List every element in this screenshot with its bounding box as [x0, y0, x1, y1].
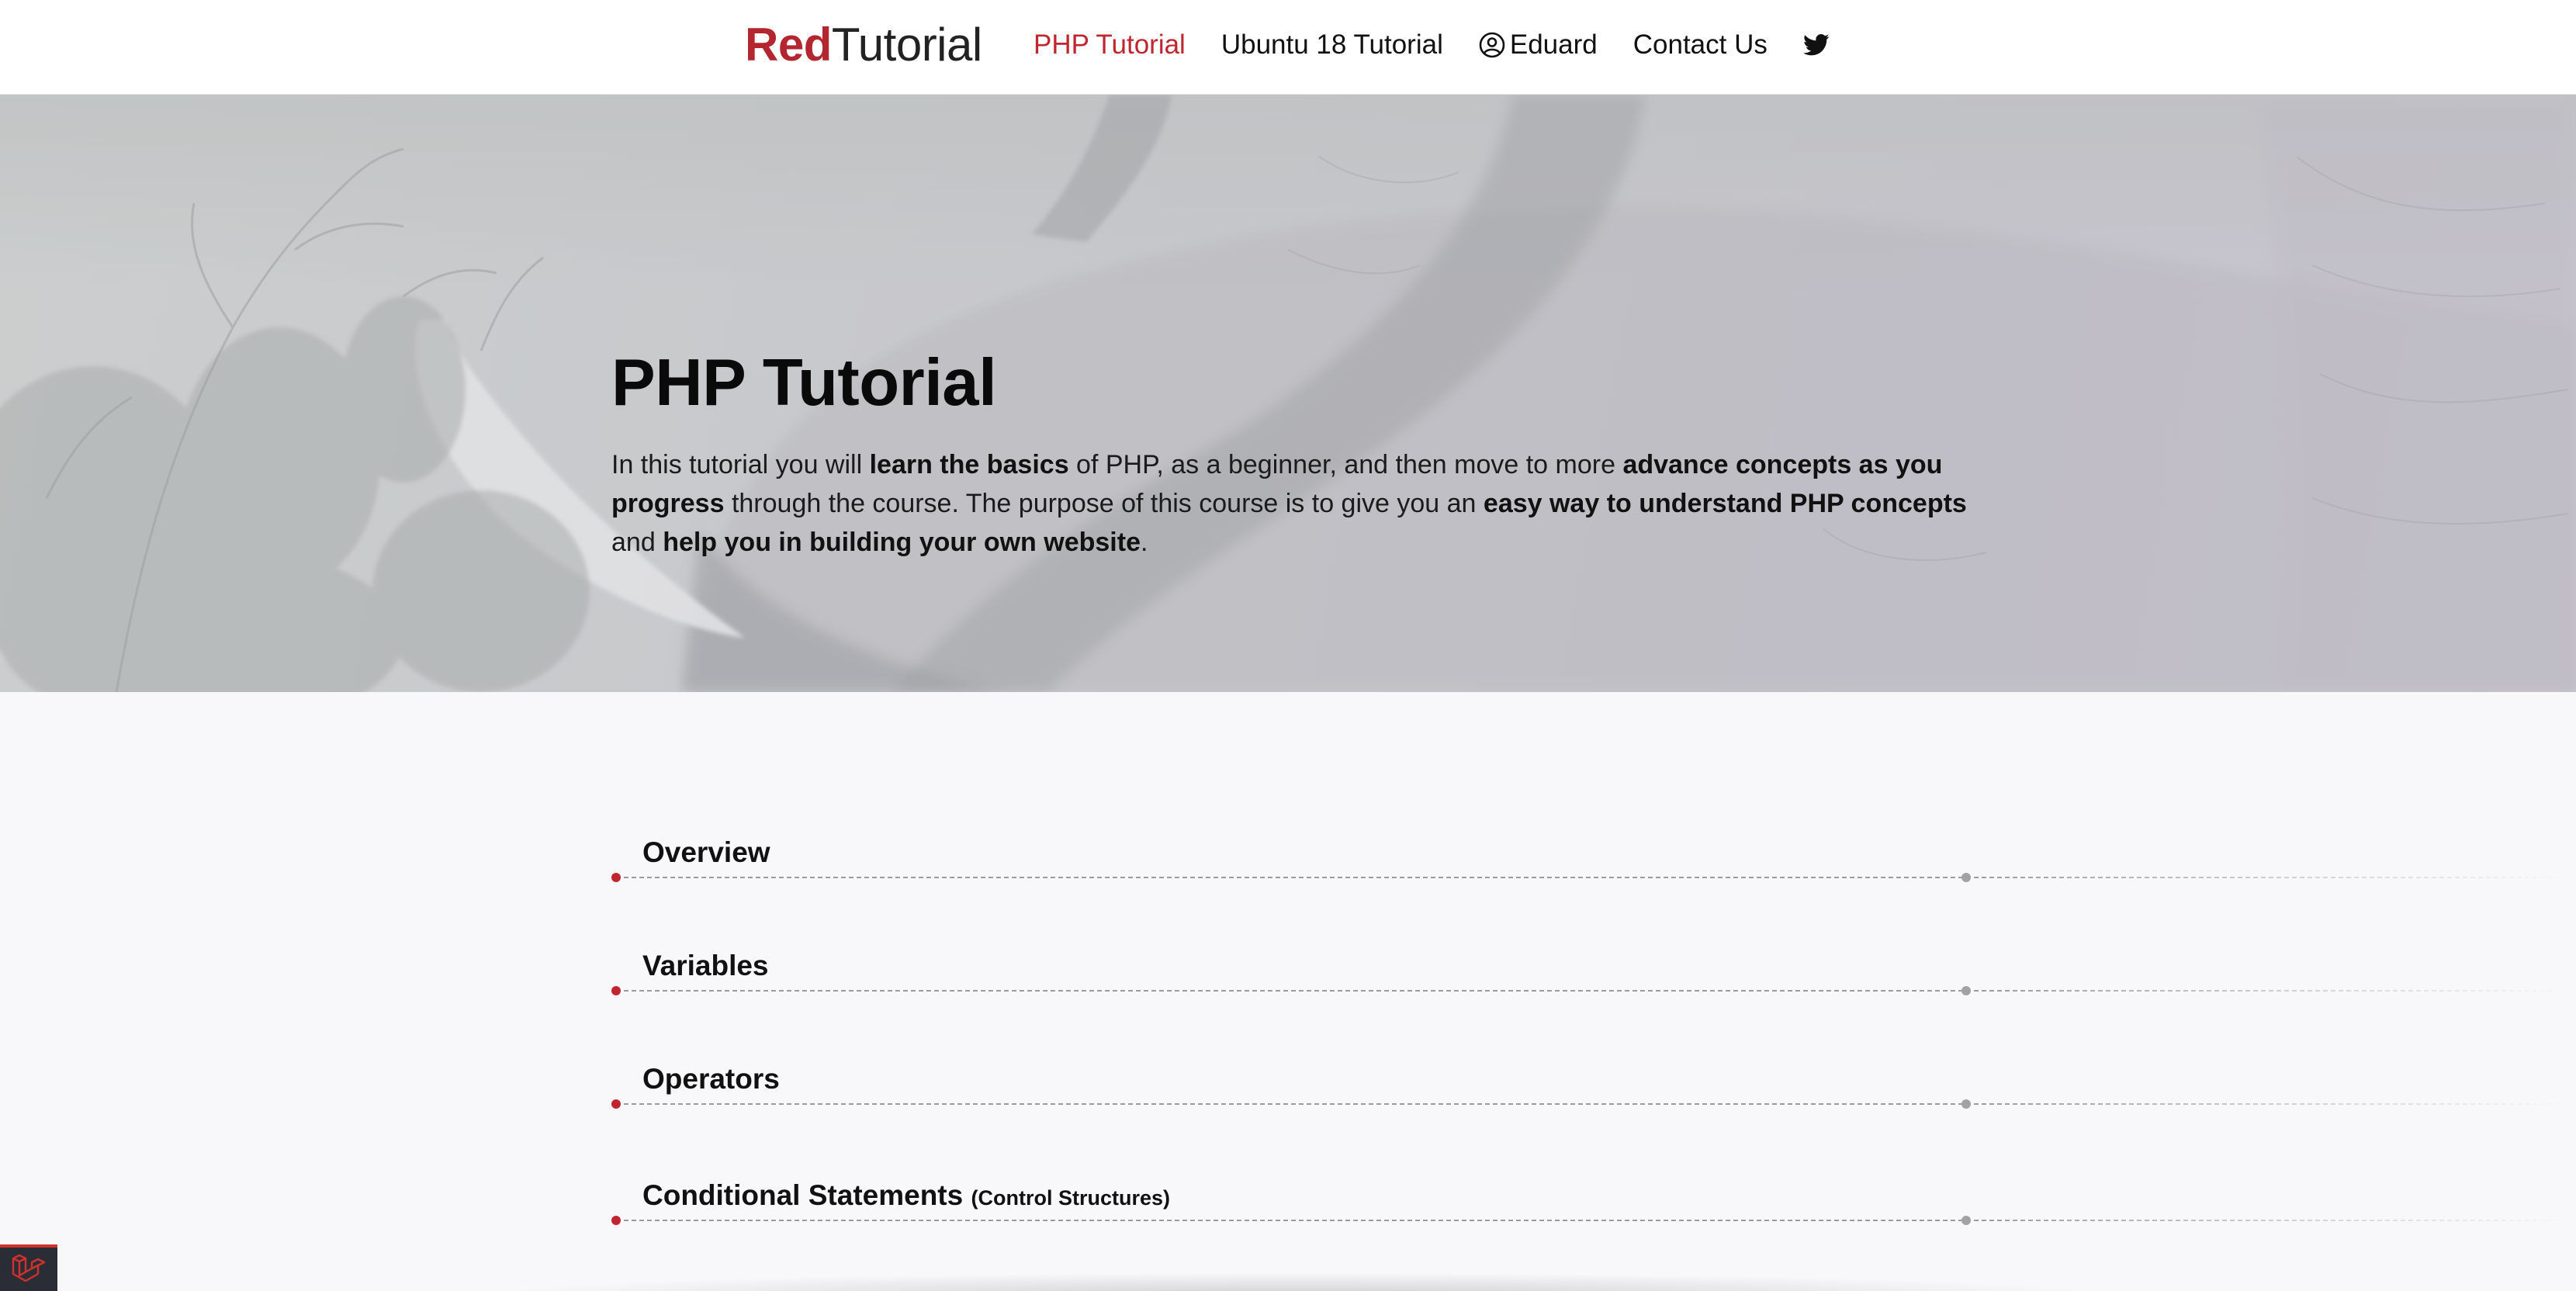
section-title: Variables — [642, 950, 769, 982]
brand-logo-tutorial: Tutorial — [831, 19, 982, 71]
hero-banner: PHP Tutorial In this tutorial you will l… — [0, 95, 2576, 692]
nav-item-label: Eduard — [1509, 29, 1598, 60]
section-overview[interactable]: Overview — [611, 824, 2576, 882]
section-variables[interactable]: Variables — [611, 937, 2576, 995]
section-title: Conditional Statements (Control Structur… — [642, 1179, 1170, 1212]
section-title-text: Variables — [642, 950, 769, 981]
debugbar-toggle[interactable] — [0, 1244, 57, 1291]
top-navbar: RedTutorial PHP Tutorial Ubuntu 18 Tutor… — [0, 0, 2576, 95]
section-divider-fade — [1969, 1102, 2576, 1106]
section-start-dot — [611, 986, 621, 995]
brand-logo-red: Red — [745, 19, 832, 71]
section-title-text: Conditional Statements — [642, 1179, 964, 1211]
twitter-link[interactable] — [1802, 33, 1834, 57]
nav-item-contact-us[interactable]: Contact Us — [1633, 29, 1768, 61]
twitter-icon — [1802, 33, 1830, 57]
section-title: Operators — [642, 1063, 780, 1095]
hero-text-segment: In this tutorial you will — [611, 450, 870, 479]
hero-text-bold-segment: help you in building your own website — [663, 528, 1141, 557]
section-title-text: Operators — [642, 1063, 780, 1095]
nav-item-label: Contact Us — [1633, 29, 1768, 60]
section-start-dot — [611, 873, 621, 882]
nav-item-label: Ubuntu 18 Tutorial — [1220, 29, 1443, 60]
section-title: Overview — [642, 836, 770, 869]
section-start-dot — [611, 1216, 621, 1225]
hero-description: In this tutorial you will learn the basi… — [611, 445, 1977, 562]
nav-item-php-tutorial[interactable]: PHP Tutorial — [1034, 29, 1186, 61]
section-conditional-statements[interactable]: Conditional Statements (Control Structur… — [611, 1167, 2576, 1225]
user-circle-icon — [1479, 32, 1505, 58]
section-divider-fade — [1969, 989, 2576, 992]
card-shadow — [466, 1272, 2126, 1291]
nav-item-label: PHP Tutorial — [1034, 29, 1186, 60]
section-title-text: Overview — [642, 836, 770, 868]
section-divider-fade — [1969, 1219, 2576, 1222]
page-title: PHP Tutorial — [611, 346, 997, 420]
nav-item-user-account[interactable]: Eduard — [1479, 29, 1598, 61]
laravel-icon — [11, 1252, 47, 1287]
brand-logo[interactable]: RedTutorial — [745, 16, 982, 74]
hero-text-segment: . — [1140, 528, 1148, 557]
section-end-dot — [1961, 873, 1971, 882]
section-end-dot — [1961, 1099, 1971, 1109]
hero-text-bold-segment: easy way to understand PHP concepts — [1483, 489, 1967, 518]
hero-content: PHP Tutorial In this tutorial you will l… — [611, 343, 1977, 562]
hero-text-segment: of PHP, as a beginner, and then move to … — [1068, 450, 1623, 479]
section-subtitle: (Control Structures) — [971, 1186, 1170, 1210]
hero-text-segment: and — [611, 528, 663, 557]
section-start-dot — [611, 1099, 621, 1109]
section-operators[interactable]: Operators — [611, 1050, 2576, 1109]
hero-text-segment: through the course. The purpose of this … — [724, 489, 1484, 518]
main-nav: PHP Tutorial Ubuntu 18 Tutorial Eduard C… — [1034, 23, 1834, 67]
section-end-dot — [1961, 986, 1971, 995]
section-divider-fade — [1969, 876, 2576, 879]
hero-text-bold-segment: learn the basics — [869, 450, 1069, 479]
section-end-dot — [1961, 1216, 1971, 1225]
nav-item-ubuntu-tutorial[interactable]: Ubuntu 18 Tutorial — [1221, 29, 1443, 61]
